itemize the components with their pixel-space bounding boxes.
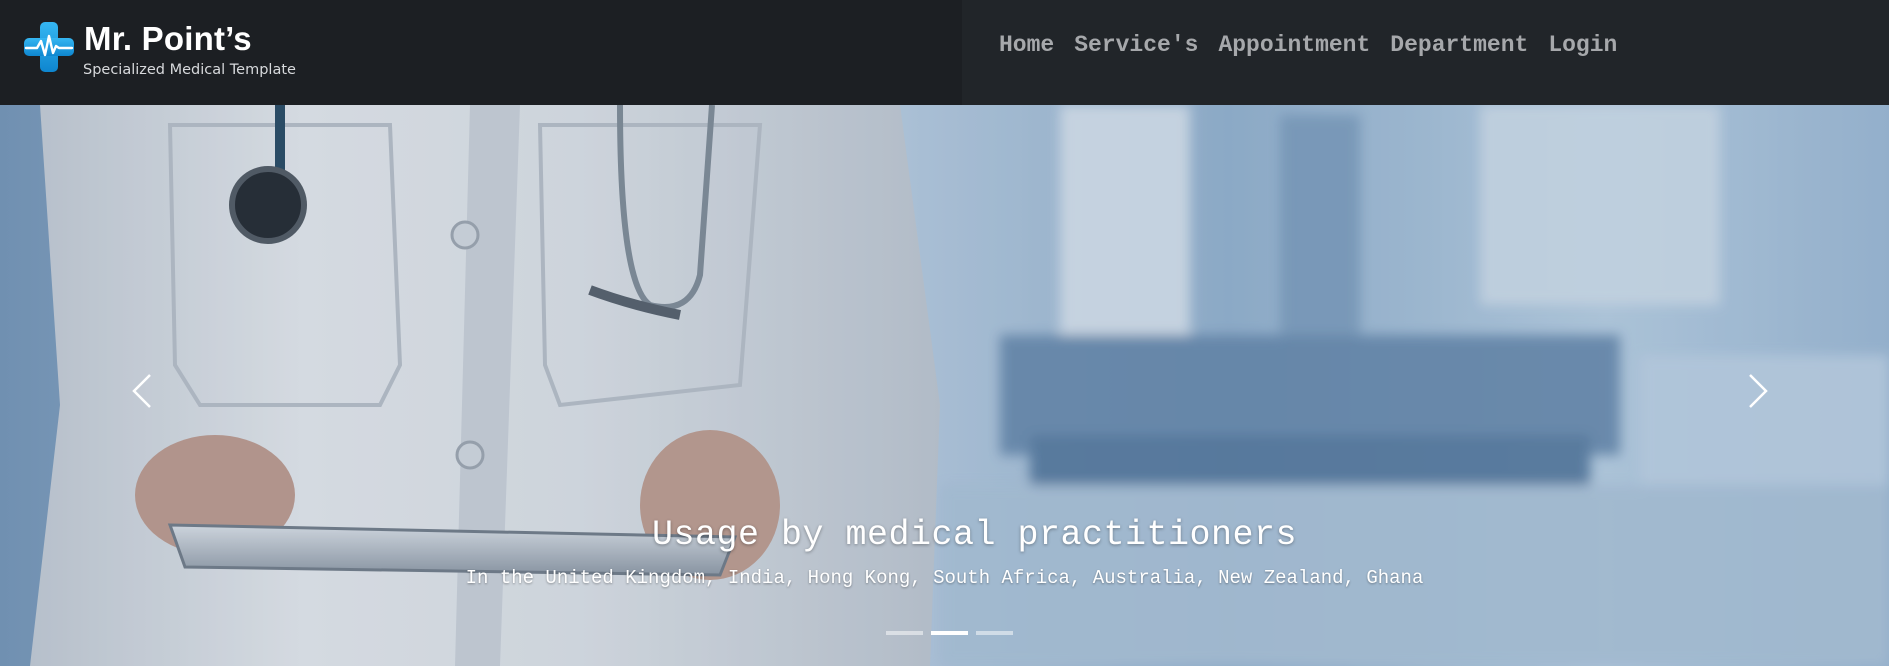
- nav-item-appointment: Appointment: [1218, 32, 1370, 58]
- carousel-caption-text: In the United Kingdom, India, Hong Kong,…: [465, 567, 1424, 589]
- brand-tagline: Specialized Medical Template: [83, 62, 296, 78]
- nav-item-home: Home: [999, 32, 1054, 58]
- main-nav-menu: Home Service's Appointment Department Lo…: [999, 32, 1637, 58]
- chevron-left-icon: [132, 374, 151, 408]
- nav-link-department[interactable]: Department: [1390, 32, 1528, 58]
- carousel-caption-title: Usage by medical practitioners: [651, 515, 1298, 555]
- brand-name: Mr. Point’s: [84, 20, 252, 57]
- hero-carousel: Usage by medical practitioners In the Un…: [0, 105, 1889, 666]
- carousel-prev-button[interactable]: [112, 361, 172, 421]
- chevron-right-icon: [1749, 374, 1768, 408]
- nav-link-services[interactable]: Service's: [1074, 32, 1198, 58]
- carousel-indicator-3[interactable]: [976, 631, 1013, 635]
- nav-link-home[interactable]: Home: [999, 32, 1054, 58]
- carousel-caption: Usage by medical practitioners In the Un…: [0, 515, 1889, 589]
- carousel-indicators: [886, 631, 1013, 635]
- nav-item-services: Service's: [1074, 32, 1198, 58]
- carousel-next-button[interactable]: [1728, 361, 1788, 421]
- brand-logo[interactable]: Mr. Point’s Specialized Medical Template: [24, 20, 324, 84]
- nav-link-appointment[interactable]: Appointment: [1218, 32, 1370, 58]
- nav-item-login: Login: [1548, 32, 1617, 58]
- medical-cross-heartbeat-icon: [24, 22, 74, 72]
- carousel-indicator-1[interactable]: [886, 631, 923, 635]
- nav-link-login[interactable]: Login: [1548, 32, 1617, 58]
- nav-item-department: Department: [1390, 32, 1528, 58]
- carousel-indicator-2[interactable]: [931, 631, 968, 635]
- navbar: Mr. Point’s Specialized Medical Template…: [0, 0, 1889, 105]
